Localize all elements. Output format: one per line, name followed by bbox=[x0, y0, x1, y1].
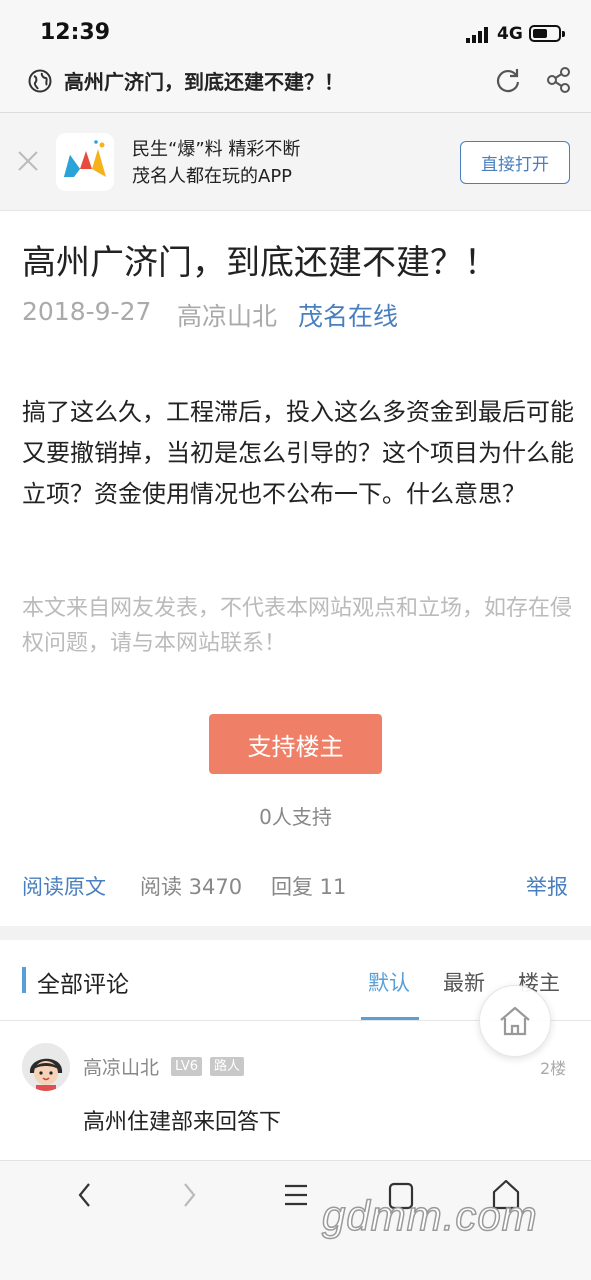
globe-icon bbox=[28, 69, 52, 93]
floating-home-button[interactable] bbox=[479, 985, 551, 1057]
home-icon bbox=[500, 1006, 530, 1036]
reload-icon[interactable] bbox=[494, 66, 522, 94]
back-icon[interactable] bbox=[72, 1178, 98, 1212]
article-body: 搞了这么久，工程滞后，投入这么多资金到最后可能又要撤销掉，当初是怎么引导的？这个… bbox=[22, 398, 574, 508]
read-count: 阅读 3470 bbox=[140, 875, 243, 899]
article-date: 2018-9-27 bbox=[22, 297, 152, 326]
app-logo bbox=[56, 133, 114, 191]
open-app-button[interactable]: 直接打开 bbox=[460, 141, 570, 184]
battery-icon bbox=[529, 25, 565, 42]
support-author-button[interactable]: 支持楼主 bbox=[209, 714, 382, 774]
network-type: 4G bbox=[497, 24, 523, 44]
tab-default[interactable]: 默认 bbox=[368, 967, 410, 997]
comment-text: 高州住建部来回答下 bbox=[83, 1110, 282, 1135]
browser-page-title[interactable]: 高州广济门，到底还建不建？！ bbox=[64, 66, 344, 95]
tab-latest[interactable]: 最新 bbox=[443, 967, 485, 997]
banner-subtitle: 茂名人都在玩的APP bbox=[132, 166, 293, 187]
support-count: 0人支持 bbox=[259, 805, 332, 829]
section-marker bbox=[22, 967, 26, 993]
article-title: 高州广济门，到底还建不建？！ bbox=[22, 243, 498, 283]
menu-icon[interactable] bbox=[283, 1180, 309, 1210]
close-icon[interactable] bbox=[15, 148, 41, 174]
site-watermark: gdmm.com bbox=[321, 1191, 538, 1240]
comment-floor: 2楼 bbox=[540, 1059, 567, 1078]
report-link[interactable]: 举报 bbox=[526, 871, 568, 901]
comment-username[interactable]: 高凉山北 bbox=[83, 1053, 159, 1080]
user-level-badge: LV6 bbox=[171, 1057, 202, 1076]
status-time: 12:39 bbox=[40, 20, 111, 45]
read-original-link[interactable]: 阅读原文 bbox=[22, 871, 106, 901]
avatar-image bbox=[22, 1043, 70, 1091]
signal-icon bbox=[466, 27, 488, 43]
article-source-link[interactable]: 茂名在线 bbox=[298, 297, 398, 333]
comments-header: 全部评论 bbox=[37, 972, 129, 998]
user-role-badge: 路人 bbox=[210, 1057, 245, 1076]
banner-slogan: 民生“爆”料 精彩不断 bbox=[132, 139, 301, 160]
article-author[interactable]: 高凉山北 bbox=[177, 297, 277, 333]
forward-icon[interactable] bbox=[176, 1178, 202, 1212]
share-icon[interactable] bbox=[545, 66, 573, 94]
article-disclaimer: 本文来自网友发表，不代表本网站观点和立场，如存在侵权问题，请与本网站联系！ bbox=[22, 596, 573, 656]
avatar[interactable] bbox=[22, 1043, 70, 1091]
reply-count: 回复 11 bbox=[271, 875, 347, 899]
section-divider bbox=[0, 926, 591, 940]
